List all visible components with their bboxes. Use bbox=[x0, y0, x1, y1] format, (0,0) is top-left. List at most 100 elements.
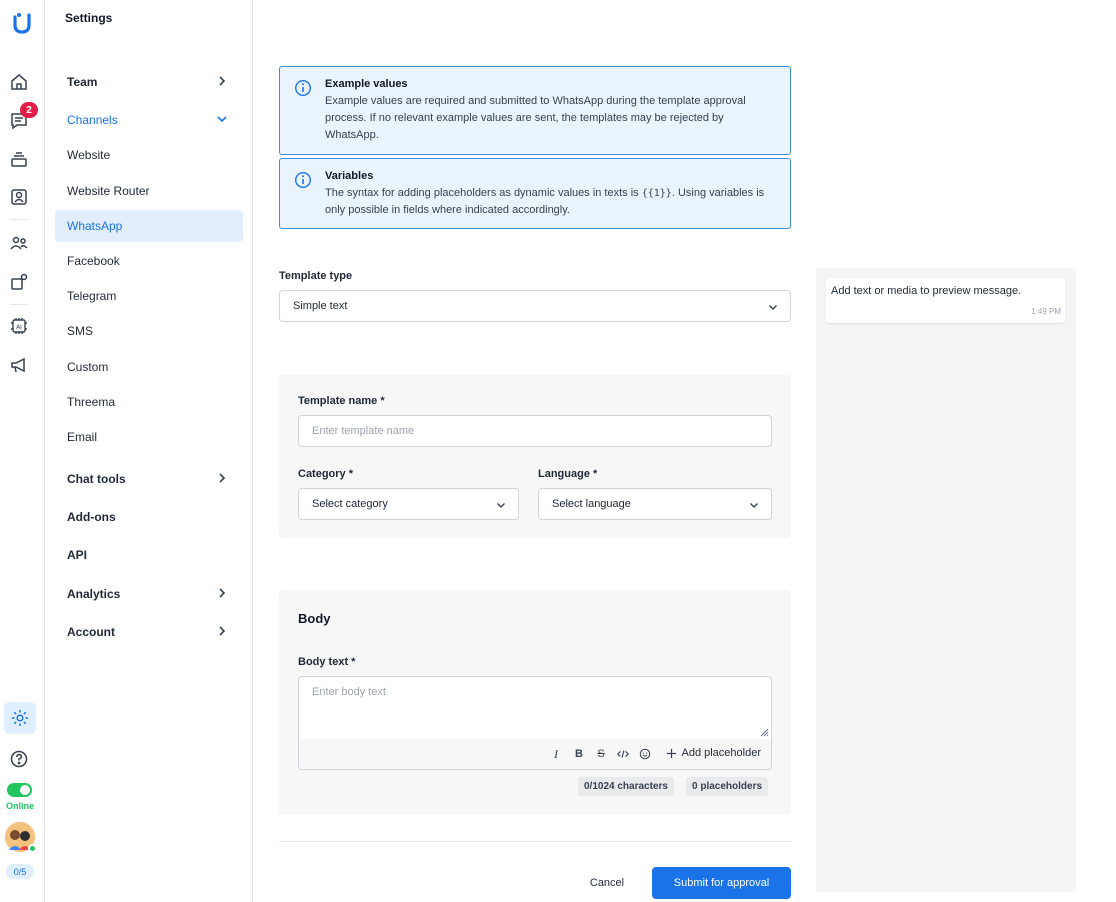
brand-logo-icon[interactable] bbox=[8, 8, 36, 36]
sidebar-title: Settings bbox=[65, 11, 113, 25]
presence-dot bbox=[28, 844, 37, 853]
sidebar-item-facebook[interactable]: Facebook bbox=[55, 245, 243, 277]
sidebar-item-email[interactable]: Email bbox=[55, 421, 243, 453]
sidebar-item-sms[interactable]: SMS bbox=[55, 315, 243, 347]
category-label: Category * bbox=[298, 468, 354, 480]
avatar[interactable] bbox=[5, 822, 37, 853]
team-icon[interactable] bbox=[8, 232, 30, 254]
notice-title: Variables bbox=[325, 170, 374, 182]
help-icon[interactable] bbox=[8, 748, 30, 770]
message-preview-panel bbox=[816, 268, 1076, 892]
emoji-button[interactable] bbox=[638, 747, 652, 761]
formatting-toolbar: I B S Add placeholder bbox=[298, 739, 772, 770]
code-button[interactable] bbox=[616, 747, 630, 761]
sidebar-item-website[interactable]: Website bbox=[55, 139, 243, 171]
strikethrough-button[interactable]: S bbox=[594, 747, 608, 761]
select-value: Simple text bbox=[293, 300, 348, 312]
icon-rail: 2 AI Online 0/5 bbox=[0, 0, 45, 902]
footer-divider bbox=[279, 841, 791, 842]
sidebar-item-label: Add-ons bbox=[67, 510, 116, 524]
sidebar-item-label: Analytics bbox=[67, 587, 121, 601]
rail-divider bbox=[10, 304, 28, 305]
ai-chip-icon[interactable]: AI bbox=[8, 315, 30, 337]
sidebar-item-add-ons[interactable]: Add-ons bbox=[55, 501, 243, 533]
chevron-right-icon bbox=[219, 473, 226, 483]
sidebar-item-whatsapp[interactable]: WhatsApp bbox=[55, 210, 243, 242]
body-text-label: Body text * bbox=[298, 656, 356, 668]
sidebar-item-label: Custom bbox=[67, 360, 109, 374]
rail-divider bbox=[10, 219, 28, 220]
char-count-badge: 0/1024 characters bbox=[578, 777, 674, 796]
chevron-down-icon bbox=[769, 305, 777, 310]
home-icon[interactable] bbox=[8, 71, 30, 93]
sidebar-item-custom[interactable]: Custom bbox=[55, 351, 243, 383]
chevron-right-icon bbox=[219, 588, 226, 598]
italic-button[interactable]: I bbox=[549, 747, 563, 761]
chevron-down-icon bbox=[497, 503, 505, 508]
sidebar-item-label: SMS bbox=[67, 324, 94, 338]
online-status-label: Online bbox=[5, 801, 34, 811]
example-values-notice: Example values Example values are requir… bbox=[279, 66, 791, 155]
input-placeholder: Enter template name bbox=[312, 425, 415, 437]
placeholder-syntax: {{1}} bbox=[641, 188, 672, 199]
chevron-down-icon bbox=[217, 116, 227, 123]
svg-text:AI: AI bbox=[16, 324, 22, 331]
contacts-icon[interactable] bbox=[8, 186, 30, 208]
integrations-icon[interactable] bbox=[8, 271, 30, 293]
bold-button[interactable]: B bbox=[572, 747, 586, 761]
megaphone-icon[interactable] bbox=[8, 354, 30, 376]
sidebar-item-telegram[interactable]: Telegram bbox=[55, 280, 243, 312]
agent-count-badge: 0/5 bbox=[6, 864, 34, 879]
preview-message-bubble: Add text or media to preview message. 1:… bbox=[826, 278, 1065, 323]
template-name-label: Template name * bbox=[298, 395, 385, 407]
sidebar-item-chat-tools[interactable]: Chat tools bbox=[55, 463, 243, 495]
resize-handle-icon[interactable] bbox=[759, 727, 769, 737]
chevron-down-icon bbox=[750, 503, 758, 508]
chevron-right-icon bbox=[219, 76, 226, 86]
sidebar-item-label: Facebook bbox=[67, 254, 120, 268]
sidebar-item-label: Account bbox=[67, 625, 115, 639]
submit-for-approval-button[interactable]: Submit for approval bbox=[652, 867, 791, 899]
sidebar-item-website-router[interactable]: Website Router bbox=[55, 175, 243, 207]
sidebar-item-label: WhatsApp bbox=[67, 219, 123, 233]
notification-badge: 2 bbox=[20, 102, 38, 118]
body-section-title: Body bbox=[298, 611, 331, 626]
sidebar-item-label: Website bbox=[67, 148, 111, 162]
sidebar-item-analytics[interactable]: Analytics bbox=[55, 578, 243, 610]
language-label: Language * bbox=[538, 468, 598, 480]
notice-text: Example values are required and submitte… bbox=[325, 95, 746, 141]
sidebar-item-threema[interactable]: Threema bbox=[55, 386, 243, 418]
notice-title: Example values bbox=[325, 78, 408, 90]
sidebar-item-label: Team bbox=[67, 75, 98, 89]
settings-sidebar: Settings Team Channels Website Website R… bbox=[45, 0, 253, 902]
variables-notice: Variables The syntax for adding placehol… bbox=[279, 158, 791, 229]
code-icon bbox=[617, 750, 629, 758]
template-name-input[interactable]: Enter template name bbox=[298, 415, 772, 447]
cancel-button[interactable]: Cancel bbox=[580, 872, 634, 894]
sidebar-item-api[interactable]: API bbox=[55, 539, 243, 571]
inbox-stack-icon[interactable] bbox=[8, 148, 30, 170]
notice-text-part: The syntax for adding placeholders as dy… bbox=[325, 187, 642, 199]
template-type-select[interactable]: Simple text bbox=[279, 290, 791, 322]
sidebar-item-label: Channels bbox=[67, 113, 118, 127]
app-root: 2 AI Online 0/5 Settings Team Channels W… bbox=[0, 0, 1116, 902]
body-text-input[interactable]: Enter body text bbox=[298, 676, 772, 740]
sidebar-item-account[interactable]: Account bbox=[55, 616, 243, 648]
sidebar-item-label: Chat tools bbox=[67, 472, 126, 486]
sidebar-item-label: API bbox=[67, 548, 88, 562]
info-icon bbox=[294, 79, 312, 97]
sidebar-item-team[interactable]: Team bbox=[55, 66, 243, 98]
add-placeholder-button[interactable]: Add placeholder bbox=[666, 747, 761, 759]
online-status-toggle[interactable] bbox=[7, 783, 32, 797]
sidebar-item-channels[interactable]: Channels bbox=[55, 104, 243, 136]
template-type-label: Template type bbox=[279, 270, 353, 282]
settings-gear-icon[interactable] bbox=[4, 702, 36, 734]
chevron-right-icon bbox=[219, 626, 226, 636]
info-icon bbox=[294, 171, 312, 189]
language-select[interactable]: Select language bbox=[538, 488, 772, 520]
notice-text: The syntax for adding placeholders as dy… bbox=[325, 185, 776, 219]
add-placeholder-label: Add placeholder bbox=[681, 747, 761, 759]
emoji-smile-icon bbox=[639, 748, 651, 760]
category-select[interactable]: Select category bbox=[298, 488, 519, 520]
sidebar-item-label: Telegram bbox=[67, 289, 117, 303]
